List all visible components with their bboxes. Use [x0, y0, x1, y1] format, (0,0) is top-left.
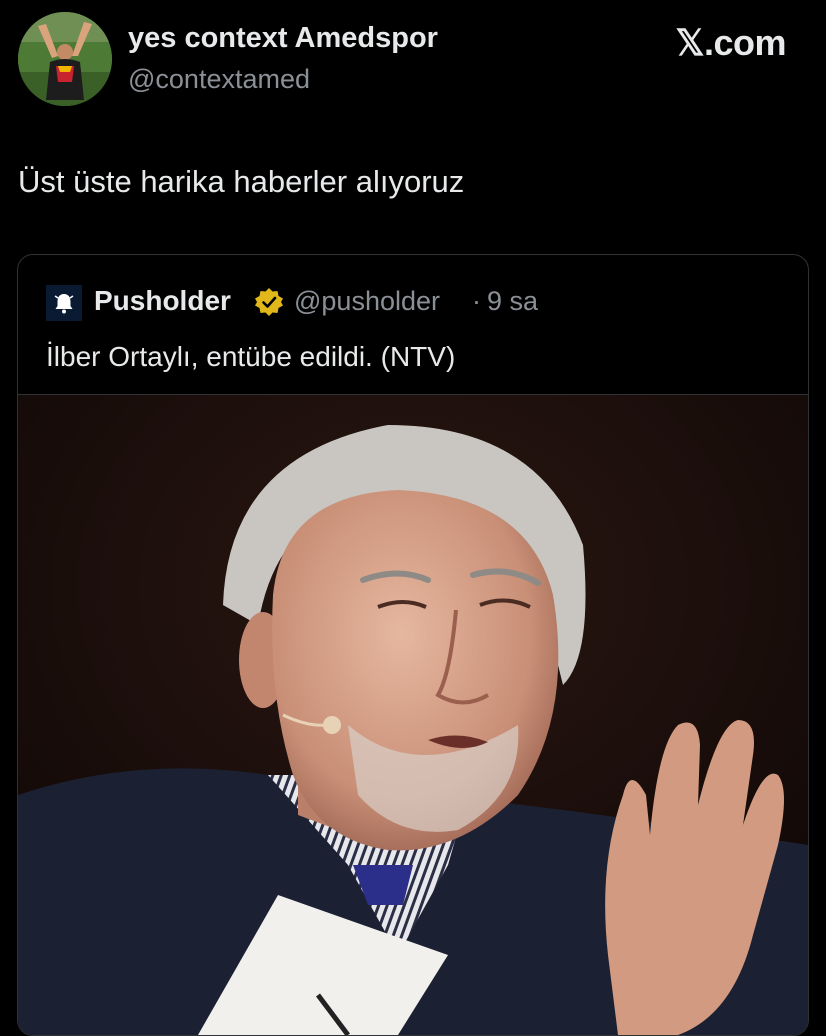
quote-tweet-card[interactable]: Pusholder @pusholder · 9 sa İlber Ortayl…	[17, 254, 809, 1036]
quote-author-avatar[interactable]	[46, 285, 82, 321]
tweet-text: Üst üste harika haberler alıyoruz	[18, 164, 465, 199]
separator-dot: ·	[472, 286, 481, 316]
bell-icon	[46, 285, 82, 321]
quote-author-handle[interactable]: @pusholder	[294, 286, 440, 317]
author-handle[interactable]: @contextamed	[128, 64, 310, 95]
quote-timestamp[interactable]: 9 sa	[487, 286, 538, 317]
verified-badge-icon	[255, 288, 283, 316]
author-avatar[interactable]	[18, 12, 112, 106]
avatar-photo-icon	[18, 12, 112, 106]
quote-media-photo[interactable]	[18, 394, 808, 1035]
quote-author-name[interactable]: Pusholder	[94, 285, 231, 317]
quote-text: İlber Ortaylı, entübe edildi. (NTV)	[46, 341, 456, 372]
tweet-header: yes context Amedspor @contextamed 𝕏.com	[18, 12, 808, 112]
author-name[interactable]: yes context Amedspor	[128, 22, 438, 55]
portrait-photo-icon	[18, 395, 808, 1035]
x-logo: 𝕏.com	[675, 22, 786, 63]
